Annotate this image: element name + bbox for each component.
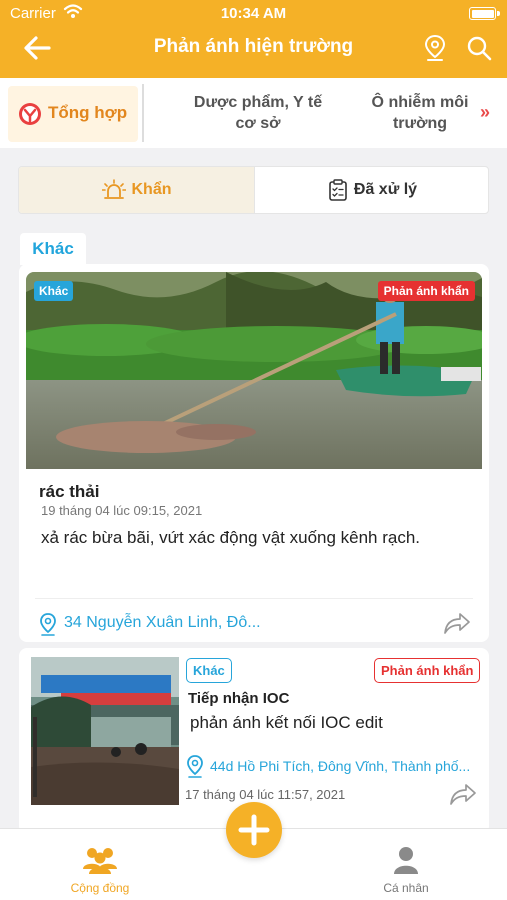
category-label-line: trường	[392, 115, 448, 132]
community-icon	[83, 848, 117, 874]
segment-processed-label: Đã xử lý	[353, 181, 418, 199]
category-tab-pollution[interactable]: Ô nhiễm môi trường	[362, 92, 478, 134]
category-label-line: Ô nhiễm môi	[371, 94, 469, 111]
tab-community-label: Cộng đồng	[70, 881, 130, 895]
add-report-button[interactable]	[226, 802, 282, 858]
tab-personal[interactable]: Cá nhân	[356, 845, 456, 895]
category-more-icon[interactable]: »	[480, 102, 490, 123]
post-description: phản ánh kết nối IOC edit	[190, 713, 383, 732]
urgent-badge: Phản ánh khẩn	[374, 658, 481, 683]
status-time: 10:34 AM	[220, 5, 287, 22]
location-icon	[40, 613, 56, 636]
category-badge: Khác	[34, 281, 74, 301]
post-time: 17 tháng 04 lúc 11:57, 2021	[185, 787, 346, 802]
post-card[interactable]: Khác Phản ánh khẩn rác thải 19 tháng 04 …	[19, 264, 489, 642]
post-time: 19 tháng 04 lúc 09:15, 2021	[41, 503, 203, 518]
post-address[interactable]: 44d Hồ Phi Tích, Đông Vĩnh, Thành phố...	[210, 758, 475, 774]
post-title: rác thải	[39, 482, 100, 501]
segment-urgent[interactable]: Khẩn	[19, 167, 255, 213]
share-icon[interactable]	[443, 611, 471, 635]
clipboard-icon	[329, 179, 347, 201]
nav-bar: Phản ánh hiện trường	[0, 26, 507, 70]
category-label-line: Dược phẩm, Y tế	[193, 94, 323, 111]
tab-community[interactable]: Cộng đồng	[50, 845, 150, 895]
post-title: Tiếp nhận IOC	[188, 690, 290, 707]
segment-processed[interactable]: Đã xử lý	[255, 167, 488, 213]
category-label-summary: Tổng hợp	[48, 103, 128, 122]
segment-urgent-label: Khẩn	[131, 181, 172, 199]
post-description: xả rác bừa bãi, vứt xác động vật xuống k…	[41, 528, 421, 547]
app-header: Carrier 10:34 AM Phản ánh hiện trường	[0, 0, 507, 78]
person-icon	[394, 847, 418, 874]
post-photo	[31, 657, 179, 805]
section-tag-other: Khác	[20, 233, 86, 265]
map-pin-icon[interactable]	[423, 34, 447, 62]
category-bar: Tổng hợp Dược phẩm, Y tế cơ sở Ô nhiễm m…	[0, 78, 507, 148]
battery-icon	[469, 7, 500, 20]
category-divider	[142, 84, 144, 142]
category-tab-summary[interactable]: Tổng hợp	[8, 86, 138, 142]
siren-icon	[101, 179, 126, 199]
category-badge: Khác	[186, 658, 232, 683]
status-bar: Carrier 10:34 AM	[0, 0, 507, 26]
plus-icon	[238, 814, 270, 846]
post-photo: Khác Phản ánh khẩn	[26, 272, 482, 469]
share-icon[interactable]	[449, 782, 477, 806]
location-icon	[187, 755, 203, 778]
urgent-badge: Phản ánh khẩn	[377, 281, 475, 301]
category-tab-pharma[interactable]: Dược phẩm, Y tế cơ sở	[186, 92, 330, 134]
summary-icon	[19, 103, 41, 125]
status-segment: Khẩn Đã xử lý	[18, 166, 489, 214]
divider	[35, 598, 473, 599]
category-label-line: cơ sở	[235, 115, 281, 132]
search-icon[interactable]	[465, 34, 493, 62]
tab-personal-label: Cá nhân	[383, 881, 429, 895]
post-address[interactable]: 34 Nguyễn Xuân Linh, Đô...	[64, 614, 261, 632]
